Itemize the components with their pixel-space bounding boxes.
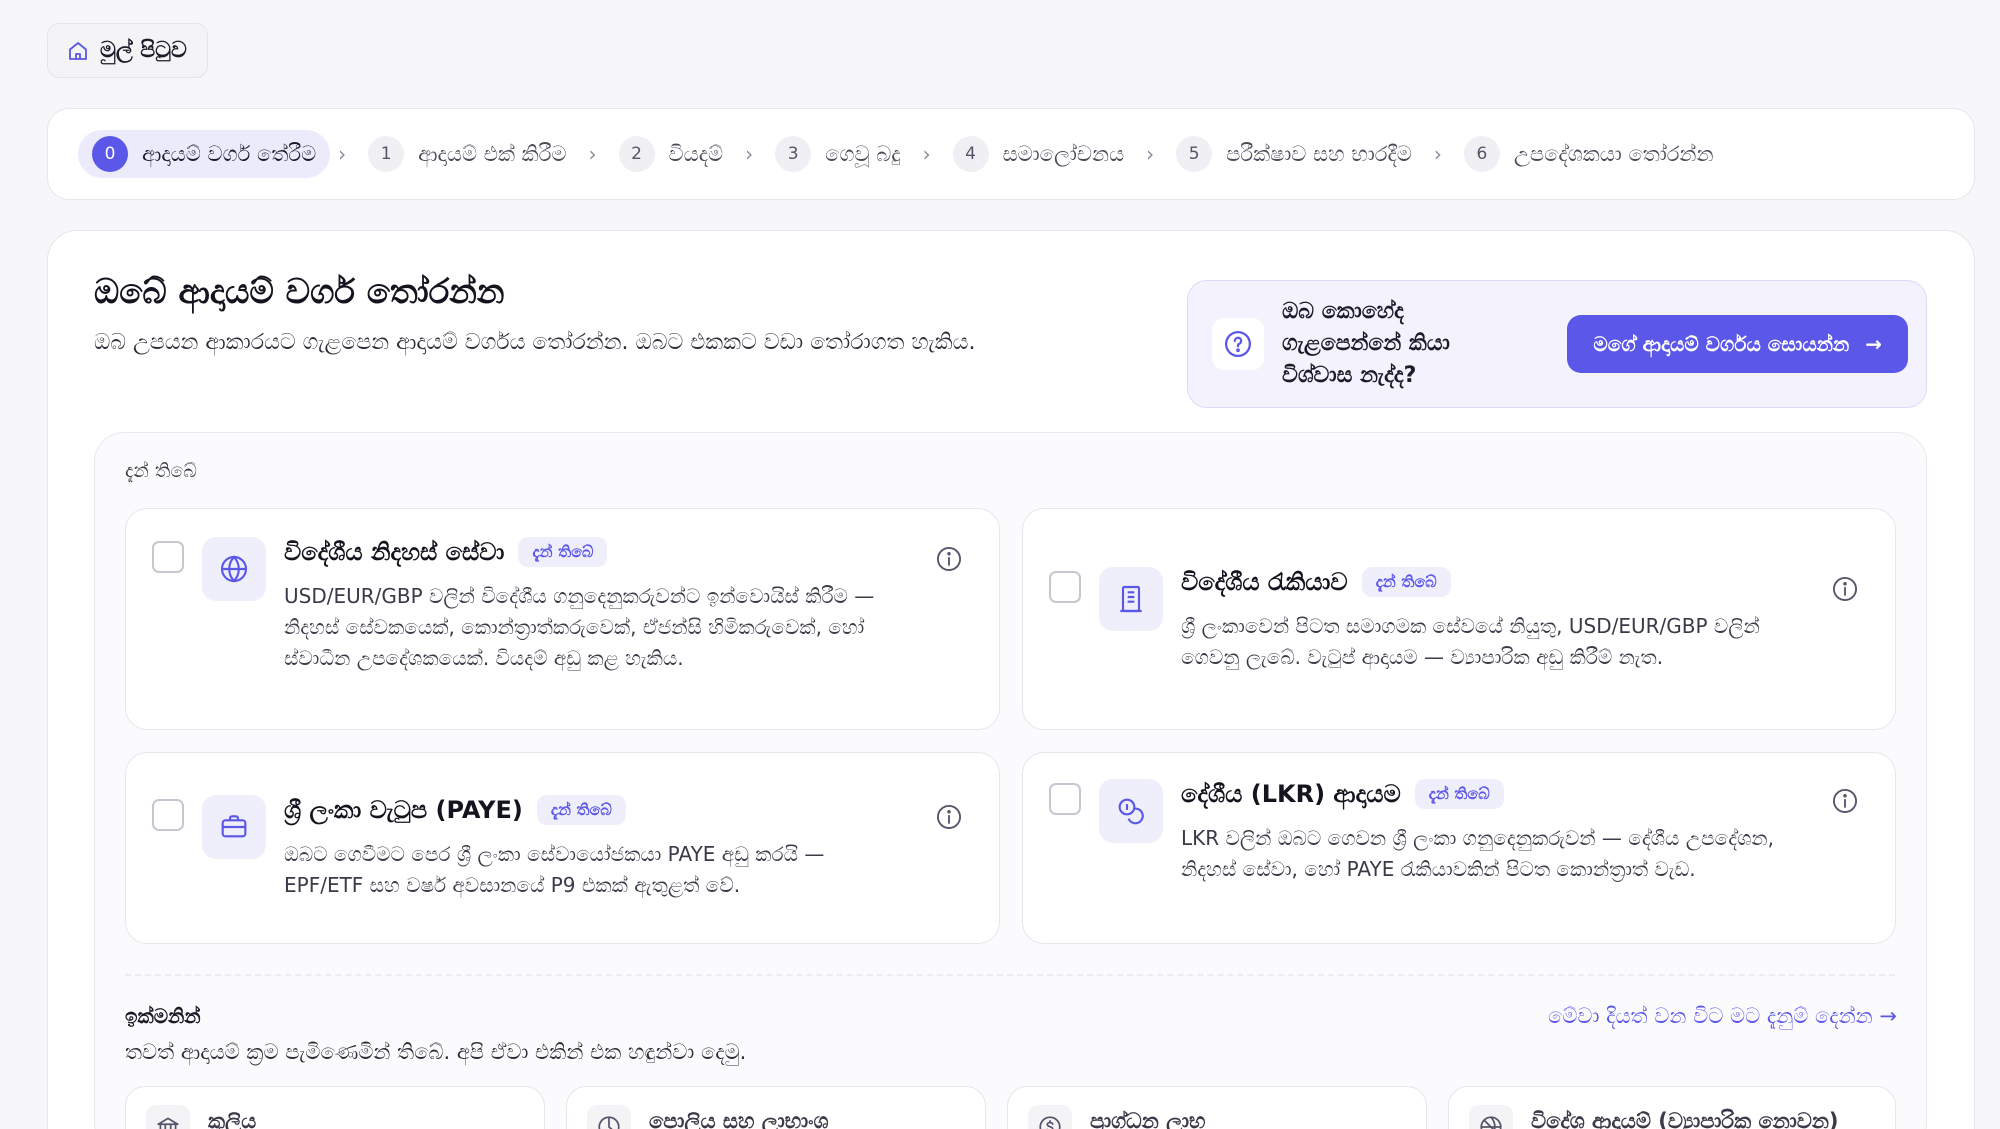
coins-icon [1099,779,1163,843]
step-label: වියදම් [668,141,724,166]
help-text: ඔබ කොහේද ගැළපෙන්නේ කියා විශ්වාස නැද්ද? [1282,299,1450,388]
card-description: USD/EUR/GBP වලින් විදේශීය ගනුදෙනුකරුවන්ට… [284,584,875,670]
chevron-right-icon: › [1146,142,1155,166]
info-icon[interactable] [935,803,963,831]
status-badge: දැන් තිබේ [536,795,626,825]
question-circle-icon [1212,318,1264,370]
status-badge: දැන් තිබේ [1414,779,1504,809]
chevron-right-icon: › [922,142,931,166]
step-expenses[interactable]: 2 වියදම් [605,130,738,178]
income-card-local-lkr[interactable]: දේශීය (LKR) ආදායම දැන් තිබේ LKR වලින් ඔබ… [1022,752,1896,944]
step-label: පරීක්ෂාව සහ භාරදීම [1226,141,1412,166]
step-number: 1 [368,136,405,172]
step-label: ආදායම් වර්ග තේරීම [142,141,317,166]
step-income-types[interactable]: 0 ආදායම් වර්ග තේරීම [78,130,331,178]
card-title: පොලිය සහ ලාභාංශ [649,1109,829,1129]
info-icon[interactable] [1831,787,1859,815]
chevron-right-icon: › [338,142,347,166]
step-number: 6 [1463,136,1500,172]
status-badge: දැන් තිබේ [1361,567,1451,597]
card-description: LKR වලින් ඔබට ගෙවන ශ්‍රී ලංකා ගනුදෙනුකරු… [1181,826,1774,881]
checkbox[interactable] [1049,571,1081,603]
building-icon [1099,567,1163,631]
step-number: 2 [618,136,655,172]
step-number: 3 [775,136,812,172]
card-title: විදේශීය රැකියාව [1181,568,1348,596]
cta-label: මගේ ආදායම් වර්ගය සොයන්න [1593,332,1850,356]
step-taxes-paid[interactable]: 3 ගෙවූ බදු [761,130,914,178]
globe-icon [202,537,266,601]
info-icon[interactable] [935,545,963,573]
step-label: ආදායම් එක් කිරීම [418,141,567,166]
step-number: 0 [92,136,128,172]
card-title: දේශීය (LKR) ආදායම [1181,780,1401,808]
help-panel: ඔබ කොහේද ගැළපෙන්නේ කියා විශ්වාස නැද්ද? ම… [1187,280,1927,408]
checkbox[interactable] [1049,783,1081,815]
status-badge: දැන් තිබේ [518,537,608,567]
coming-soon-card-foreign-non-business: විදේශ ආදායම් (ව්‍යාපාරික නොවන) [1448,1086,1896,1129]
coming-soon-card-capital-gains: ප්‍රාග්ධන ලාභ [1007,1086,1427,1129]
card-title: විදේශීය නිදහස් සේවා [284,538,505,566]
step-label: ගෙවූ බදු [825,141,901,166]
progress-stepper: 0 ආදායම් වර්ග තේරීම › 1 ආදායම් එක් කිරීම… [47,108,1975,200]
income-card-foreign-employment[interactable]: විදේශීය රැකියාව දැන් තිබේ ශ්‍රී ලංකාවෙන්… [1022,508,1896,730]
step-number: 5 [1176,136,1213,172]
step-number: 4 [952,136,989,172]
card-title: ශ්‍රී ලංකා වැටුප (PAYE) [284,796,523,824]
card-title: ප්‍රාග්ධන ලාභ [1090,1109,1206,1129]
coming-soon-card-interest: පොලිය සහ ලාභාංශ [566,1086,986,1129]
step-add-income[interactable]: 1 ආදායම් එක් කිරීම [354,130,580,178]
globe-crossed-icon [1469,1105,1513,1129]
step-choose-advisor[interactable]: 6 උපදේශකයා තෝරන්න [1450,130,1728,178]
home-button[interactable]: මුල් පිටුව [47,23,208,78]
arrow-right-icon: → [1865,332,1882,356]
find-income-type-button[interactable]: මගේ ආදායම් වර්ගය සොයන්න → [1567,315,1908,373]
info-icon[interactable] [1831,575,1859,603]
chevron-right-icon: › [745,142,754,166]
coming-soon-label: ඉක්මනින් [125,1004,201,1028]
income-card-sri-lanka-paye[interactable]: ශ්‍රී ලංකා වැටුප (PAYE) දැන් තිබේ ඔබට ගෙ… [125,752,1000,944]
notify-me-link[interactable]: මේවා දියත් වන විට මට දැනුම් දෙන්න → [1548,1004,1897,1029]
page-title: ඔබේ ආදායම් වර්ග තෝරන්න [94,272,505,312]
checkbox[interactable] [152,541,184,573]
bank-icon [146,1105,190,1129]
available-now-label: දැන් තිබේ [125,460,197,482]
income-card-foreign-freelance[interactable]: විදේශීය නිදහස් සේවා දැන් තිබේ USD/EUR/GB… [125,508,1000,730]
card-title: කුලිය [208,1109,257,1129]
step-check-submit[interactable]: 5 පරීක්ෂාව සහ භාරදීම [1162,130,1426,178]
chart-icon [587,1105,631,1129]
chevron-right-icon: › [1433,142,1442,166]
briefcase-icon [202,795,266,859]
home-icon [69,41,87,60]
coming-soon-subtitle: තවත් ආදායම් ක්‍රම පැමිණෙමින් තිබේ. අපි ඒ… [125,1040,747,1064]
card-description: ඔබට ගෙවීමට පෙර ශ්‍රී ලංකා සේවායෝජකයා PAY… [284,842,825,897]
page-subtitle: ඔබ උපයන ආකාරයට ගැළපෙන ආදායම් වර්ගය තෝරන්… [94,330,976,355]
coming-soon-card-rent: කුලිය [125,1086,545,1129]
card-description: ශ්‍රී ලංකාවෙන් පිටත සමාගමක සේවයේ නියුතු,… [1181,614,1760,669]
step-label: උපදේශකයා තෝරන්න [1513,141,1714,166]
section-divider [125,974,1895,976]
card-title: විදේශ ආදායම් (ව්‍යාපාරික නොවන) [1531,1109,1839,1129]
chevron-right-icon: › [588,142,597,166]
home-label: මුල් පිටුව [100,38,187,63]
step-label: සමාලෝචනය [1002,141,1125,166]
checkbox[interactable] [152,799,184,831]
step-review[interactable]: 4 සමාලෝචනය [939,130,1139,178]
dollar-circle-icon [1028,1105,1072,1129]
